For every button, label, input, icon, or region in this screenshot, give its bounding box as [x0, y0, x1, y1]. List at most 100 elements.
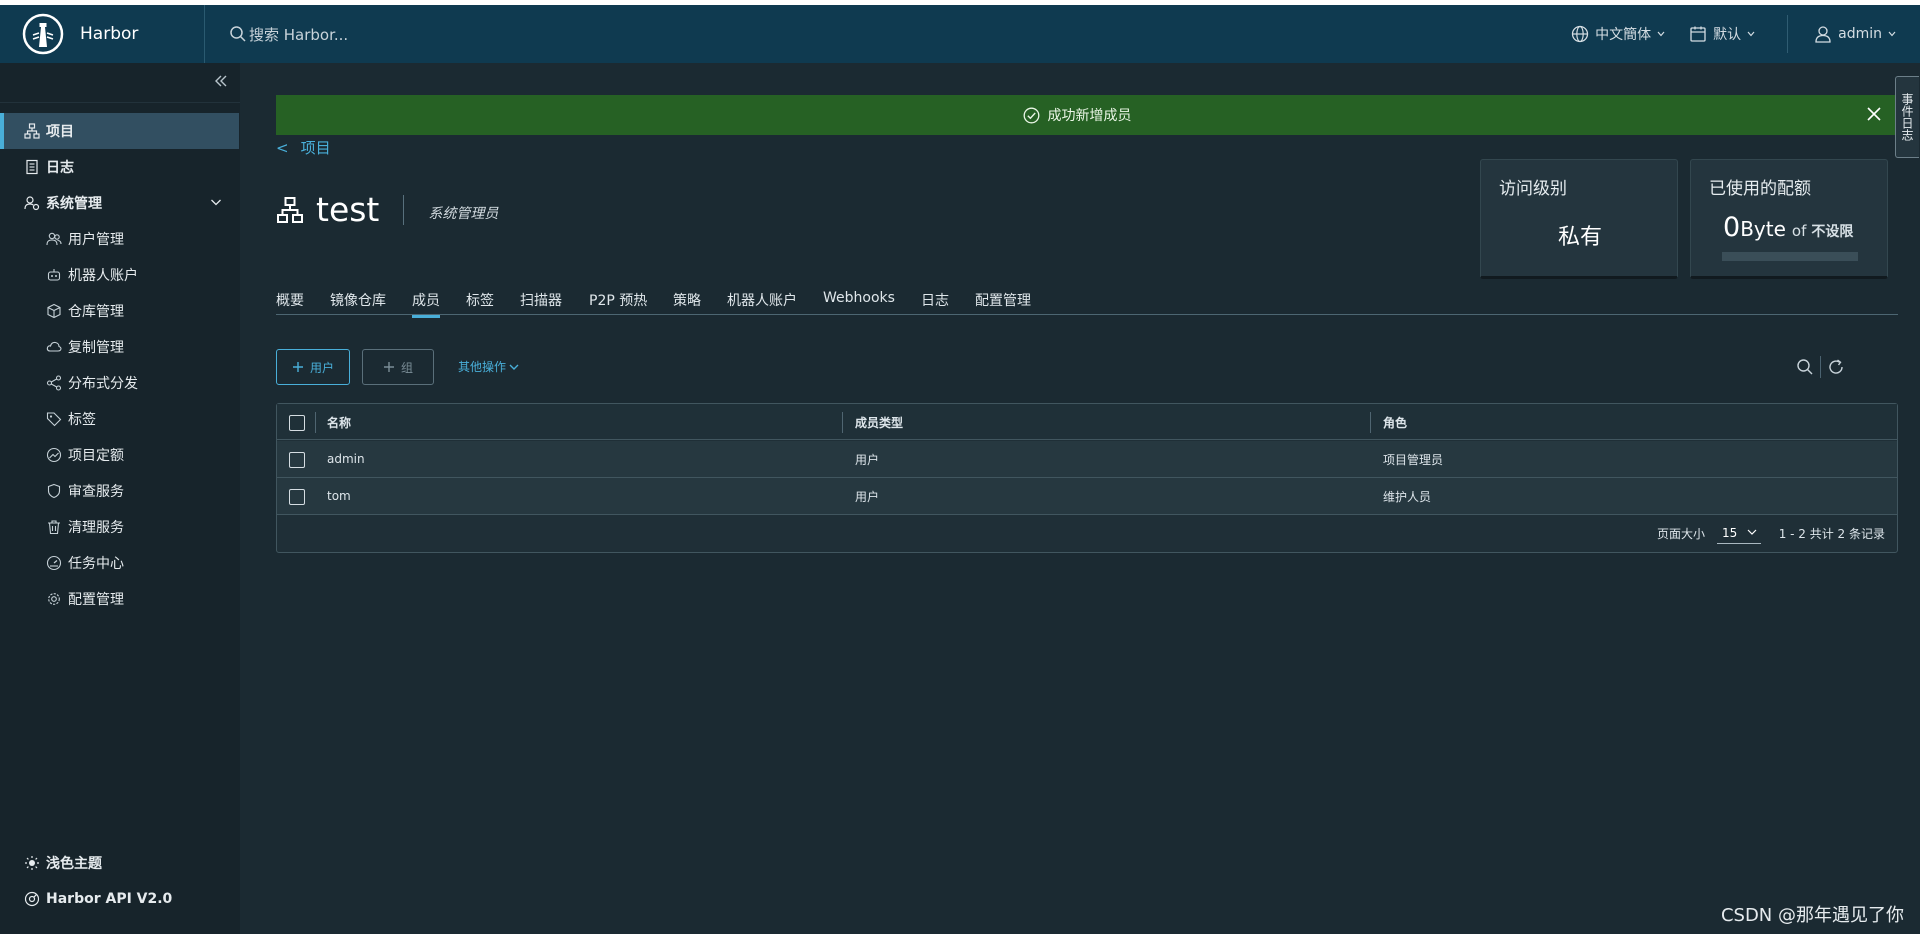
table-header: 名称 成员类型 角色: [277, 404, 1897, 440]
title-divider: [403, 194, 405, 225]
language-dropdown[interactable]: 中文簡体: [1571, 24, 1665, 44]
projects-icon: [24, 123, 40, 139]
sidebar-item-replication[interactable]: 复制管理: [0, 329, 240, 365]
api-icon: [24, 891, 40, 907]
sidebar-item-registries[interactable]: 仓库管理: [0, 293, 240, 329]
sidebar-item-label: 复制管理: [68, 340, 124, 356]
sidebar-item-label: 配置管理: [68, 592, 124, 608]
users-icon: [46, 232, 62, 246]
close-icon[interactable]: [1866, 106, 1882, 122]
add-user-button[interactable]: 用户: [276, 349, 350, 385]
tab-robot-accounts[interactable]: 机器人账户: [727, 290, 797, 315]
row-checkbox[interactable]: [289, 452, 305, 468]
chevron-down-icon: [509, 364, 519, 370]
global-search[interactable]: 搜索 Harbor...: [229, 5, 348, 63]
sidebar-item-labels[interactable]: 标签: [0, 401, 240, 437]
sidebar-item-label: 项目: [46, 124, 74, 140]
sidebar-item-configuration[interactable]: 配置管理: [0, 581, 240, 617]
distribution-icon: [46, 375, 62, 391]
add-group-label: 组: [400, 360, 413, 375]
brand[interactable]: Harbor: [0, 5, 205, 63]
table-row[interactable]: tom 用户 维护人员: [277, 478, 1897, 515]
access-level-value: 私有: [1557, 225, 1602, 250]
column-header-name[interactable]: 名称: [327, 404, 351, 440]
column-divider: [1370, 412, 1371, 433]
breadcrumb[interactable]: < 项目: [276, 137, 331, 158]
sidebar-item-users[interactable]: 用户管理: [0, 221, 240, 257]
event-log-side-tab[interactable]: 事件日志: [1895, 76, 1919, 158]
sidebar-item-logs[interactable]: 日志: [0, 149, 240, 185]
app-name: Harbor: [80, 24, 139, 44]
light-theme-label: 浅色主题: [46, 856, 102, 872]
add-user-label: 用户: [309, 360, 334, 375]
sidebar-item-label: 仓库管理: [68, 304, 124, 320]
column-header-role[interactable]: 角色: [1383, 404, 1407, 440]
chevron-down-icon: [1657, 31, 1665, 37]
sidebar-item-job-service[interactable]: 任务中心: [0, 545, 240, 581]
access-level-title: 访问级别: [1499, 179, 1567, 199]
select-all-checkbox[interactable]: [289, 415, 305, 431]
header-divider: [1787, 15, 1789, 53]
cell-member-type: 用户: [855, 452, 880, 467]
tab-labels[interactable]: 标签: [466, 290, 494, 315]
sidebar-item-gc[interactable]: 清理服务: [0, 509, 240, 545]
sidebar-item-distribution[interactable]: 分布式分发: [0, 365, 240, 401]
plus-icon: [292, 362, 303, 372]
tab-configuration[interactable]: 配置管理: [975, 290, 1031, 315]
sidebar-item-label: 清理服务: [68, 520, 124, 536]
row-checkbox[interactable]: [289, 489, 305, 505]
chevron-down-icon: [1747, 529, 1757, 535]
tab-summary[interactable]: 概要: [276, 290, 304, 315]
theme-mode-label: 默认: [1713, 27, 1742, 43]
more-actions-dropdown[interactable]: 其他操作: [458, 358, 519, 375]
tab-policy[interactable]: 策略: [673, 290, 701, 315]
sun-icon: [25, 856, 39, 870]
check-circle-icon: [1023, 107, 1039, 123]
project-name: test: [316, 190, 380, 229]
sidebar-item-label: 审查服务: [68, 484, 124, 500]
tab-p2p-preheat[interactable]: P2P 预热: [589, 290, 647, 315]
search-placeholder: 搜索 Harbor...: [249, 25, 349, 44]
sidebar-item-interrogation[interactable]: 审查服务: [0, 473, 240, 509]
api-link[interactable]: Harbor API V2.0: [0, 881, 240, 917]
cell-role: 维护人员: [1383, 489, 1432, 504]
page-size-select[interactable]: 15: [1717, 522, 1761, 544]
quota-title: 已使用的配额: [1709, 179, 1811, 199]
back-arrow: <: [276, 138, 289, 157]
cell-member-type: 用户: [855, 489, 880, 504]
sidebar-item-label: 机器人账户: [68, 268, 138, 284]
column-header-member-type[interactable]: 成员类型: [855, 404, 903, 440]
light-theme-toggle[interactable]: 浅色主题: [0, 845, 240, 881]
chevron-down-icon: [1888, 31, 1896, 37]
pagination-range: 1 - 2 共计 2 条记录: [1778, 527, 1885, 541]
table-row[interactable]: admin 用户 项目管理员: [277, 441, 1897, 478]
trash-icon: [48, 520, 60, 535]
quota-card: 已使用的配额 0 Byte of 不设限: [1690, 159, 1888, 279]
breadcrumb-projects-link[interactable]: 项目: [301, 137, 331, 158]
sidebar-item-label: 系统管理: [46, 196, 102, 212]
add-group-button[interactable]: 组: [362, 349, 434, 385]
table-footer: 页面大小 15 1 - 2 共计 2 条记录: [277, 515, 1897, 552]
app-header: Harbor 搜索 Harbor... 中文簡体 默认 admin: [0, 5, 1920, 63]
sidebar-item-label: 用户管理: [68, 232, 124, 248]
sidebar-item-quotas[interactable]: 项目定额: [0, 437, 240, 473]
project-role: 系统管理员: [428, 205, 499, 222]
quota-icon: [46, 447, 62, 463]
user-menu[interactable]: admin: [1814, 25, 1896, 43]
tab-repositories[interactable]: 镜像仓库: [330, 290, 386, 315]
chevron-down-icon[interactable]: [210, 196, 222, 208]
tab-members[interactable]: 成员: [412, 290, 440, 318]
plus-icon: [383, 362, 394, 372]
sidebar-item-admin[interactable]: 系统管理: [0, 185, 240, 221]
double-chevron-left-icon[interactable]: [214, 74, 228, 88]
sidebar-item-projects[interactable]: 项目: [0, 113, 239, 149]
tab-webhooks[interactable]: Webhooks: [823, 290, 895, 315]
quota-used-unit: Byte: [1740, 217, 1786, 241]
api-label: Harbor API V2.0: [46, 891, 173, 907]
search-icon[interactable]: [1796, 358, 1814, 376]
theme-mode-dropdown[interactable]: 默认: [1689, 24, 1755, 44]
tab-logs[interactable]: 日志: [921, 290, 949, 315]
refresh-icon[interactable]: [1827, 358, 1845, 376]
tab-scanner[interactable]: 扫描器: [520, 290, 562, 315]
sidebar-item-robot-accounts[interactable]: 机器人账户: [0, 257, 240, 293]
